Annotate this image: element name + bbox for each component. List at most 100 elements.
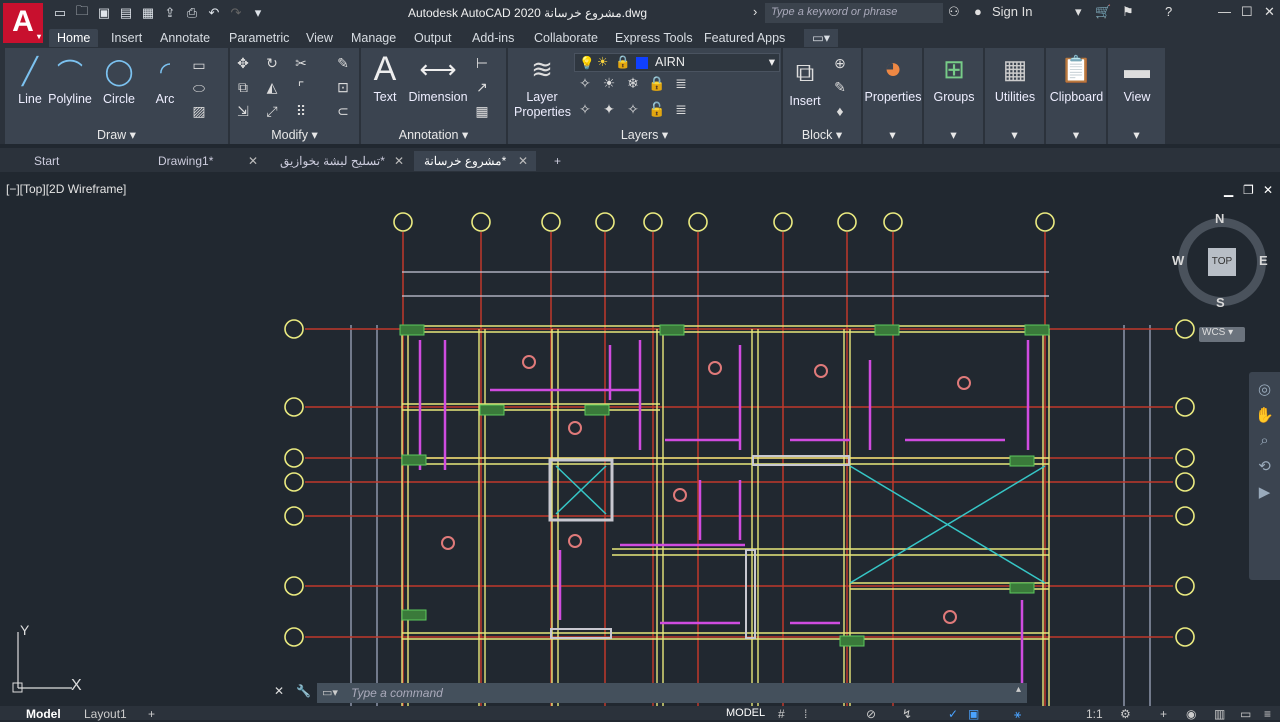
close-icon[interactable]: ✕ <box>1264 4 1275 20</box>
minimize-icon[interactable]: — <box>1218 4 1231 19</box>
layer-walk-icon[interactable]: ✦ <box>600 100 618 118</box>
properties-expand[interactable]: ▾ <box>863 127 922 142</box>
grid-icon[interactable]: # <box>778 707 785 721</box>
tab-collaborate[interactable]: Collaborate <box>526 29 606 47</box>
plot-icon[interactable]: ⎙ <box>182 4 202 22</box>
viewcube[interactable]: TOP <box>1178 218 1266 306</box>
edit-block-icon[interactable]: ✎ <box>831 78 849 96</box>
fillet-icon[interactable]: ⌜ <box>292 78 310 96</box>
file-tab-concrete-project[interactable]: مشروع خرسانة* ✕ <box>414 151 536 171</box>
insert-block-button[interactable]: ⧉ Insert <box>785 56 825 108</box>
mirror-icon[interactable]: ◭ <box>263 78 281 96</box>
layer-unisolate-icon[interactable]: ✧ <box>624 100 642 118</box>
ellipse-icon[interactable]: ⬭ <box>190 79 208 97</box>
hatch-icon[interactable]: ▨ <box>190 102 208 120</box>
circle-button[interactable]: ◯ Circle <box>99 54 139 107</box>
new-file-icon[interactable]: ▭ <box>50 4 70 22</box>
erase-icon[interactable]: ✎ <box>334 54 352 72</box>
pan-icon[interactable]: ✋ <box>1249 406 1280 424</box>
command-input[interactable]: Type a command <box>317 683 1027 703</box>
user-icon[interactable]: ● <box>974 4 982 19</box>
command-history-icon[interactable]: ▭▾ <box>322 686 338 699</box>
draw-panel-label[interactable]: Draw ▾ <box>5 127 228 142</box>
snap-icon[interactable]: ⁞ <box>804 707 807 721</box>
viewport-restore-icon[interactable]: ❐ <box>1243 183 1254 197</box>
command-expand-icon[interactable]: ▴ <box>1016 684 1021 695</box>
open-folder-icon[interactable]: 🗀 <box>72 3 92 22</box>
file-tab-start[interactable]: Start <box>24 151 142 171</box>
model-tab[interactable]: Model <box>26 707 61 721</box>
tab-insert[interactable]: Insert <box>103 29 150 47</box>
binoculars-icon[interactable]: ⚇ <box>948 4 960 20</box>
rectangle-icon[interactable]: ▭ <box>190 56 208 74</box>
arc-button[interactable]: ◜ Arc <box>147 54 183 107</box>
tab-home[interactable]: Home <box>49 29 99 47</box>
annotation-scale[interactable]: 1:1 <box>1086 707 1103 721</box>
table-icon[interactable]: ▦ <box>473 102 491 120</box>
close-tab-icon[interactable]: ✕ <box>518 151 528 171</box>
edit-attributes-icon[interactable]: ♦ <box>831 102 849 120</box>
customization-icon[interactable]: ≡ <box>1264 707 1271 721</box>
layer-freeze-icon[interactable]: ❄ <box>624 74 642 92</box>
view-panel[interactable]: ▬ View ▾ <box>1108 48 1166 144</box>
isolate-objects-icon[interactable]: ◉ <box>1186 707 1196 721</box>
trim-icon[interactable]: ✂ <box>292 54 310 72</box>
view-button[interactable]: ▬ View <box>1108 52 1166 105</box>
utilities-button[interactable]: ▦ Utilities <box>985 52 1045 105</box>
block-panel-label[interactable]: Block ▾ <box>783 127 861 142</box>
stretch-icon[interactable]: ⇲ <box>234 102 252 120</box>
utilities-expand[interactable]: ▾ <box>985 127 1044 142</box>
save-as-icon[interactable]: ▤ <box>116 4 136 22</box>
layer-match-icon[interactable]: ≣ <box>672 74 690 92</box>
wcs-menu[interactable]: WCS ▾ <box>1199 327 1245 342</box>
save-icon[interactable]: ▣ <box>94 4 114 22</box>
tab-annotate[interactable]: Annotate <box>152 29 218 47</box>
line-button[interactable]: ╱ Line <box>11 54 49 107</box>
clean-screen-icon[interactable]: ▭ <box>1240 707 1251 721</box>
explode-icon[interactable]: ⊡ <box>334 78 352 96</box>
ribbon-display-toggle[interactable]: ▭▾ <box>804 29 839 47</box>
tab-add-ins[interactable]: Add-ins <box>464 29 522 47</box>
a360-icon[interactable]: ⚑ <box>1122 4 1134 20</box>
web-mobile-icon[interactable]: ▦ <box>138 4 158 22</box>
selection-cycling-icon[interactable]: ▣ <box>968 707 979 721</box>
tab-express-tools[interactable]: Express Tools <box>607 29 701 47</box>
viewport-minimize-icon[interactable]: ▁ <box>1224 183 1233 197</box>
zoom-icon[interactable]: ⌕ <box>1249 432 1280 449</box>
maximize-icon[interactable]: ☐ <box>1241 4 1253 20</box>
offset-icon[interactable]: ⊂ <box>334 102 352 120</box>
text-button[interactable]: A Text <box>367 50 403 105</box>
array-icon[interactable]: ⠿ <box>292 102 310 120</box>
groups-panel[interactable]: ⊞ Groups ▾ <box>924 48 984 144</box>
command-customize-icon[interactable]: 🔧 <box>296 684 311 698</box>
move-icon[interactable]: ✥ <box>234 54 252 72</box>
polar-icon[interactable]: ⊘ <box>866 707 876 721</box>
groups-expand[interactable]: ▾ <box>924 127 983 142</box>
compass-w[interactable]: W <box>1172 253 1184 268</box>
create-block-icon[interactable]: ⊕ <box>831 54 849 72</box>
layers-panel-label[interactable]: Layers ▾ <box>508 127 781 142</box>
steering-wheel-icon[interactable]: ◎ <box>1249 380 1280 398</box>
layer-isolate-icon[interactable]: ✧ <box>576 100 594 118</box>
layer-off-icon[interactable]: ☀ <box>600 74 618 92</box>
orbit-icon[interactable]: ⟲ <box>1249 457 1280 475</box>
polyline-button[interactable]: ⌒ Polyline <box>47 54 93 107</box>
customize-qat-icon[interactable]: ▾ <box>248 4 268 22</box>
workspace-gear-icon[interactable]: ⚙ <box>1120 707 1131 721</box>
application-menu-button[interactable]: A ▾ <box>3 3 43 43</box>
search-input[interactable]: Type a keyword or phrase <box>765 3 943 23</box>
hardware-acceleration-icon[interactable]: ▥ <box>1214 707 1225 721</box>
copy-icon[interactable]: ⧉ <box>234 78 252 96</box>
close-tab-icon[interactable]: ✕ <box>248 151 258 171</box>
plus-icon[interactable]: + <box>1160 707 1167 721</box>
layer-lock-icon[interactable]: 🔒 <box>648 74 666 92</box>
showmotion-icon[interactable]: ▶ <box>1249 483 1280 501</box>
tab-featured-apps[interactable]: Featured Apps <box>696 29 793 47</box>
scale-icon[interactable]: ⤢ <box>263 102 281 120</box>
clipboard-button[interactable]: 📋 Clipboard <box>1046 52 1107 105</box>
compass-s[interactable]: S <box>1216 295 1225 310</box>
file-tab-drawing1[interactable]: Drawing1* ✕ <box>148 151 264 171</box>
layer-copy-icon[interactable]: ≣ <box>672 100 690 118</box>
redo-icon[interactable]: ↷ <box>226 4 246 22</box>
modify-panel-label[interactable]: Modify ▾ <box>230 127 359 142</box>
